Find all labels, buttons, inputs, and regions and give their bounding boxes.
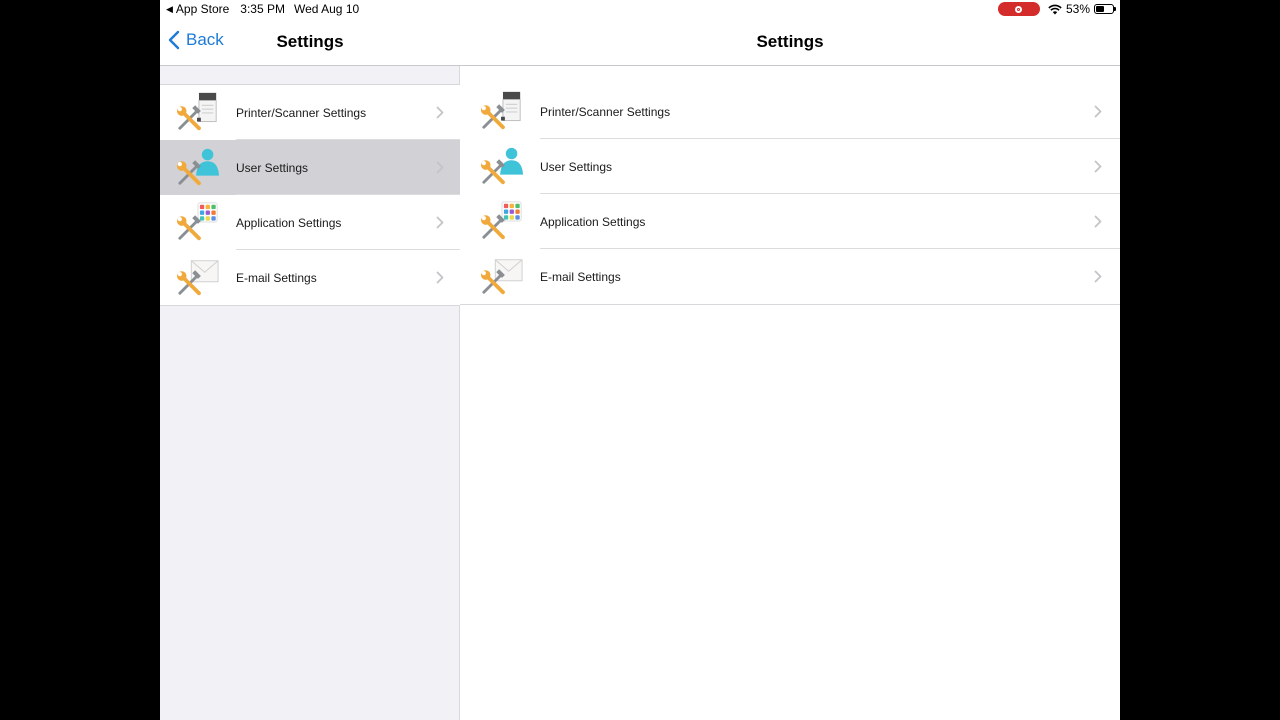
application-settings-icon [176,201,220,243]
master-row-label: Application Settings [236,215,342,230]
email-settings-icon [176,256,220,298]
chevron-right-icon [436,106,444,124]
master-row-email-settings[interactable]: E-mail Settings [160,250,460,305]
master-row-label: User Settings [236,160,309,175]
email-settings-icon [480,255,524,297]
detail-panel: Settings Printer/Scanner Settings User Se… [460,0,1120,720]
chevron-right-icon [436,216,444,234]
battery-icon [1094,4,1116,14]
detail-row-label: Printer/Scanner Settings [540,104,671,119]
master-panel: Back Settings Printer/Scanner Settings Us… [160,0,460,720]
wifi-icon [1048,4,1062,15]
detail-row-printer-scanner-settings[interactable]: Printer/Scanner Settings [460,84,1120,139]
detail-row-label: User Settings [540,159,613,174]
chevron-right-icon [436,161,444,179]
detail-row-application-settings[interactable]: Application Settings [460,194,1120,249]
detail-row-email-settings[interactable]: E-mail Settings [460,249,1120,304]
master-row-label: Printer/Scanner Settings [236,105,367,120]
printer-scanner-settings-icon [176,91,220,133]
detail-row-label: Application Settings [540,214,646,229]
detail-row-label: E-mail Settings [540,269,621,284]
master-row-application-settings[interactable]: Application Settings [160,195,460,250]
chevron-right-icon [1094,270,1102,288]
chevron-right-icon [1094,215,1102,233]
chevron-right-icon [1094,105,1102,123]
detail-title: Settings [756,32,824,51]
status-left: ◀ App Store 3:35 PM Wed Aug 10 [166,2,359,16]
master-title: Settings [276,32,344,51]
printer-scanner-settings-icon [480,90,524,132]
master-row-printer-scanner-settings[interactable]: Printer/Scanner Settings [160,85,460,140]
back-to-app-label[interactable]: App Store [176,2,229,16]
chevron-right-icon [1094,160,1102,178]
battery-level [1096,6,1105,12]
status-right: 53% [997,2,1116,16]
record-icon [1015,5,1023,13]
status-date: Wed Aug 10 [294,2,360,16]
battery-percent: 53% [1065,2,1090,16]
master-settings-list: Printer/Scanner Settings User Settings App… [160,84,460,306]
detail-settings-list: Printer/Scanner Settings User Settings App… [460,84,1120,305]
chevron-right-icon [436,271,444,289]
status-bar: ◀ App Store 3:35 PM Wed Aug 10 53% [160,0,1120,20]
user-settings-icon [480,145,524,187]
status-time: 3:35 PM [240,2,285,16]
user-settings-icon [176,146,220,188]
ipad-screen: ◀ App Store 3:35 PM Wed Aug 10 53% Back … [160,0,1120,720]
master-row-user-settings[interactable]: User Settings [160,140,460,195]
application-settings-icon [480,200,524,242]
detail-row-user-settings[interactable]: User Settings [460,139,1120,194]
screen-recording-indicator[interactable] [997,2,1040,16]
master-row-label: E-mail Settings [236,270,317,285]
back-to-app-icon[interactable]: ◀ [166,4,173,15]
